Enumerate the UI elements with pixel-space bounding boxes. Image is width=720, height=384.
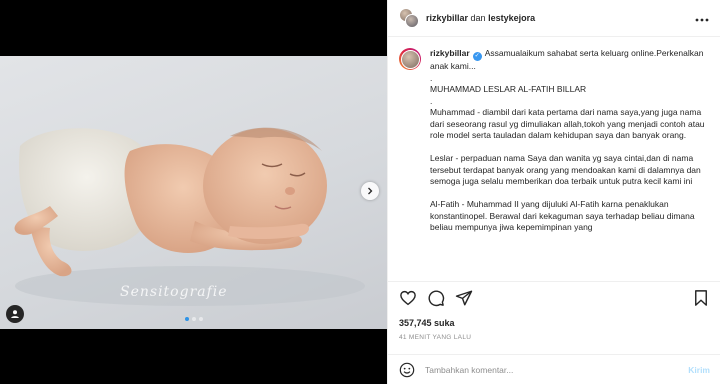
- collab-usernames: rizkybillar dan lestykejora: [426, 13, 535, 23]
- post-timestamp[interactable]: 41 MENIT YANG LALU: [399, 334, 710, 341]
- comment-bar: Kirim: [388, 354, 720, 384]
- caption-username[interactable]: rizkybillar: [430, 48, 470, 58]
- username-link[interactable]: rizkybillar: [426, 13, 468, 23]
- more-options-button[interactable]: [695, 11, 709, 25]
- post-photo[interactable]: Sensitografie: [0, 56, 387, 329]
- post-header: rizkybillar dan lestykejora: [388, 0, 720, 37]
- more-horizontal-icon: [695, 18, 709, 22]
- carousel-dot: [198, 317, 203, 321]
- caption-line: Muhammad - diambil dari kata pertama dar…: [430, 107, 705, 140]
- verified-badge-icon: ✓: [472, 52, 482, 61]
- photographer-watermark: Sensitografie: [120, 284, 228, 300]
- collab-avatars[interactable]: [399, 8, 419, 28]
- caption-line: Al-Fatih - Muhammad II yang dijuluki Al-…: [430, 199, 695, 232]
- caption-area: rizkybillar ✓ Assamualaikum sahabat serta …: [388, 38, 720, 281]
- caption-row: rizkybillar ✓ Assamualaikum sahabat serta …: [399, 48, 710, 234]
- post-comment-button[interactable]: Kirim: [688, 365, 710, 375]
- caption-line: Leslar - perpaduan nama Saya dan wanita …: [430, 153, 701, 186]
- likes-count[interactable]: 357,745 suka: [399, 318, 710, 328]
- share-icon[interactable]: [455, 289, 473, 307]
- caption-line: .: [430, 95, 433, 106]
- chevron-right-icon: [368, 187, 373, 195]
- carousel-dots: [184, 317, 203, 321]
- carousel-dot: [191, 317, 196, 321]
- post-details-panel: rizkybillar dan lestykejora rizkybillar ✓…: [387, 0, 720, 384]
- tagged-users-button[interactable]: [6, 305, 24, 323]
- heart-icon[interactable]: [399, 289, 417, 307]
- comment-input[interactable]: [425, 364, 689, 375]
- caption-line: .: [430, 72, 433, 83]
- caption-line: MUHAMMAD LESLAR AL-FATIH BILLAR: [430, 84, 587, 94]
- comment-icon[interactable]: [427, 289, 445, 307]
- action-icons: [399, 288, 710, 308]
- caption-line: Assamualaikum sahabat serta keluarg onli…: [430, 48, 704, 71]
- carousel-dot-active: [184, 317, 189, 321]
- avatar: [405, 14, 419, 28]
- caption-text: rizkybillar ✓ Assamualaikum sahabat serta …: [430, 48, 705, 234]
- next-photo-button[interactable]: [361, 182, 379, 200]
- username-link[interactable]: lestykejora: [488, 13, 535, 23]
- emoji-icon[interactable]: [399, 362, 415, 378]
- avatar[interactable]: [399, 48, 421, 70]
- user-tag-icon: [11, 310, 19, 318]
- media-pane: Sensitografie: [0, 0, 387, 384]
- actions-bar: 357,745 suka 41 MENIT YANG LALU: [388, 281, 720, 341]
- joiner-text: dan: [470, 13, 486, 23]
- save-icon[interactable]: [692, 289, 710, 307]
